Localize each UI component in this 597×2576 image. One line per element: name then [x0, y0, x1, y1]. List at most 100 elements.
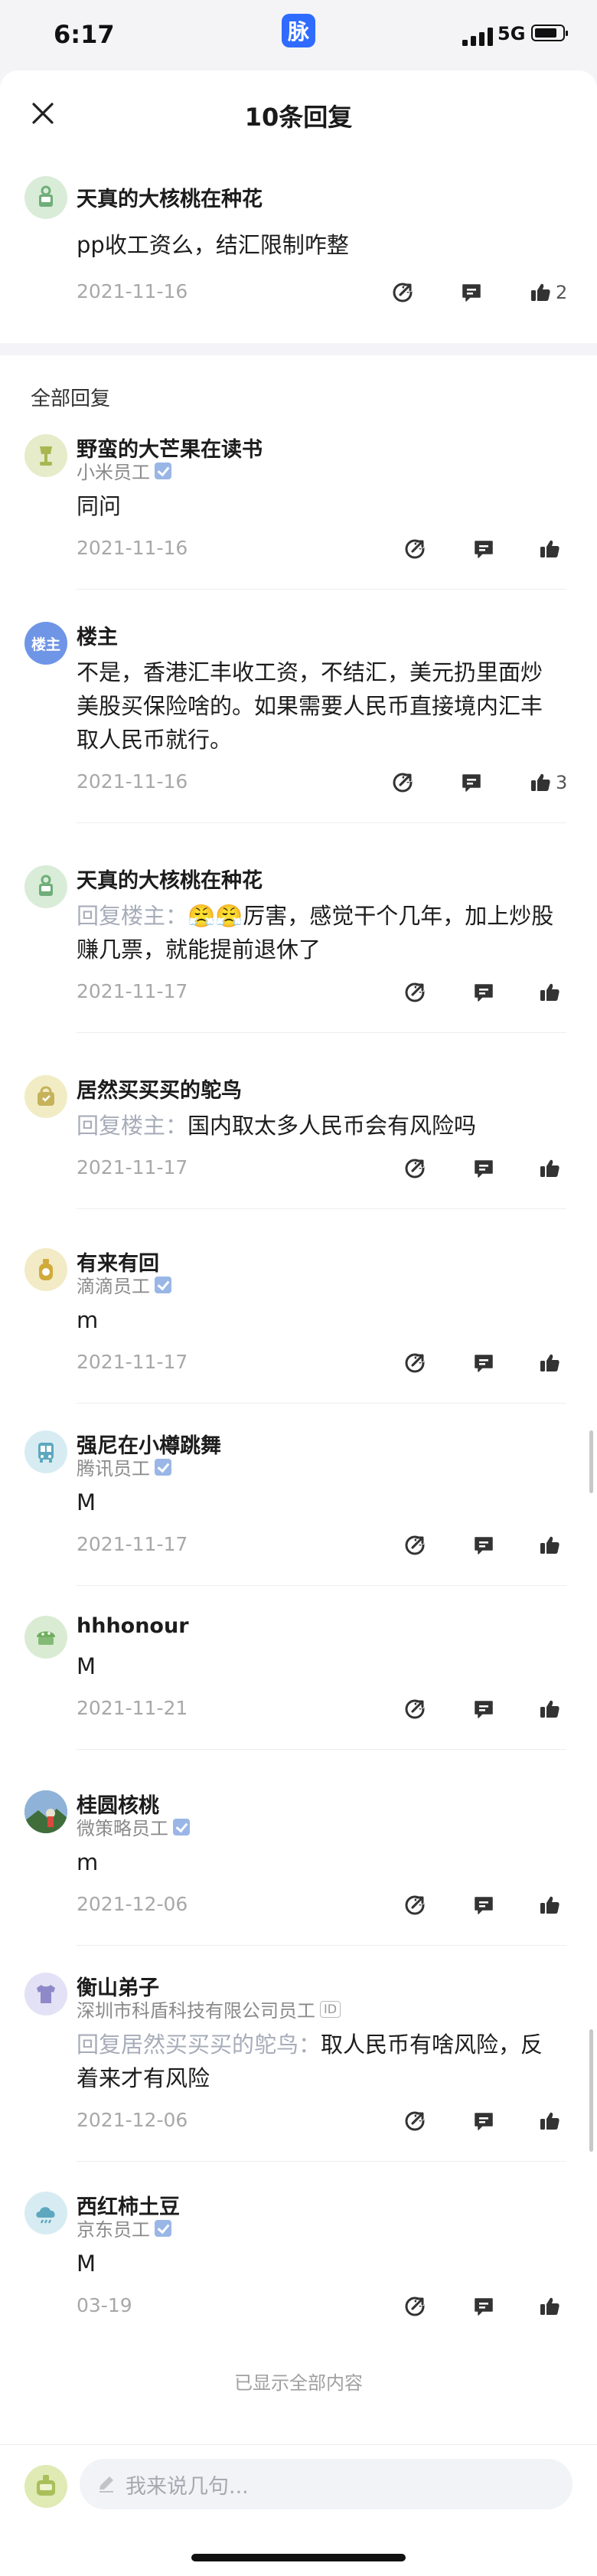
like-icon: [531, 773, 550, 791]
reply-button[interactable]: [470, 1532, 497, 1559]
company-label: 深圳市科盾科技有限公司员工: [77, 2000, 315, 2022]
reply-button[interactable]: [470, 2293, 497, 2320]
comment-body: M: [77, 1489, 96, 1515]
comment-body: M: [77, 1653, 96, 1679]
share-button[interactable]: [401, 2293, 429, 2320]
row-divider: [77, 1403, 566, 1404]
share-button[interactable]: [401, 1695, 429, 1723]
reply-button[interactable]: [458, 279, 485, 306]
avatar[interactable]: [24, 176, 67, 219]
reply-button[interactable]: [458, 769, 485, 796]
comment-icon: [475, 541, 493, 558]
section-title: 全部回复: [31, 387, 111, 410]
reply-prefix[interactable]: 回复楼主：: [77, 1113, 188, 1139]
pencil-icon: [100, 2476, 113, 2493]
share-icon: [405, 2296, 425, 2316]
avatar[interactable]: [24, 1430, 67, 1473]
reply-button[interactable]: [470, 1695, 497, 1723]
row-divider: [77, 1208, 566, 1209]
avatar[interactable]: [24, 1973, 67, 2015]
avatar-icon: [37, 2475, 55, 2496]
like-button[interactable]: [536, 1532, 563, 1559]
share-icon: [405, 1535, 425, 1555]
reply-prefix[interactable]: 回复居然买买买的鸵鸟：: [77, 2032, 321, 2058]
share-button[interactable]: [401, 1155, 429, 1182]
company-label: 微策略员工: [77, 1818, 168, 1839]
row-divider: [77, 1032, 566, 1033]
share-button[interactable]: [389, 769, 416, 796]
composer-bar: 我来说几句...: [0, 2444, 597, 2576]
row-divider: [77, 1585, 566, 1586]
like-button[interactable]: [536, 1695, 563, 1723]
reply-button[interactable]: [470, 1891, 497, 1919]
like-count: 3: [556, 772, 568, 793]
reply-prefix[interactable]: 回复楼主：: [77, 903, 188, 929]
comment-icon: [462, 774, 481, 792]
share-button[interactable]: [401, 979, 429, 1006]
section-divider: [0, 343, 597, 355]
share-icon: [405, 1159, 425, 1178]
reply-button[interactable]: [470, 1349, 497, 1377]
share-button[interactable]: [401, 535, 429, 563]
comment-icon: [475, 2113, 493, 2130]
commenter-name[interactable]: 楼主: [77, 620, 118, 650]
comment-body: 国内取太多人民币会有风险吗: [188, 1113, 477, 1139]
like-button[interactable]: [536, 1891, 563, 1919]
verified-icon: [155, 1458, 171, 1476]
like-button[interactable]: [536, 979, 563, 1006]
comment-date: 03-19: [77, 2294, 132, 2316]
comment-icon: [475, 1160, 493, 1178]
share-button[interactable]: [401, 2107, 429, 2135]
like-button[interactable]: [536, 1349, 563, 1377]
comment-text: 同问: [77, 489, 559, 523]
comment-icon: [475, 1537, 493, 1554]
commenter-name[interactable]: 天真的大核桃在种花: [77, 182, 263, 212]
comment-body: m: [77, 1307, 99, 1333]
comment-input[interactable]: 我来说几句...: [80, 2459, 573, 2509]
avatar[interactable]: [24, 2192, 67, 2234]
commenter-company: 滴滴员工: [77, 1271, 171, 1298]
commenter-name[interactable]: hhhonour: [77, 1614, 189, 1638]
avatar[interactable]: [24, 1790, 67, 1833]
comment-text: 回复楼主：国内取太多人民币会有风险吗: [77, 1109, 559, 1143]
comment-text: pp收工资么，结汇限制咋整: [77, 232, 349, 258]
my-avatar[interactable]: [24, 2465, 67, 2508]
like-button[interactable]: [527, 769, 554, 796]
like-button[interactable]: [527, 279, 554, 306]
scrollbar-secondary: [589, 2029, 593, 2152]
comment-date: 2021-12-06: [77, 2109, 188, 2131]
company-label: 小米员工: [77, 462, 150, 483]
comment-icon: [462, 284, 481, 302]
reply-button[interactable]: [470, 535, 497, 563]
commenter-company: 深圳市科盾科技有限公司员工 ID: [77, 1996, 341, 2022]
verified-icon: [155, 2219, 171, 2237]
comment-body: 同问: [77, 493, 122, 519]
reply-button[interactable]: [470, 1155, 497, 1182]
comment-date: 2021-11-17: [77, 1351, 188, 1373]
like-button[interactable]: [536, 2293, 563, 2320]
commenter-name[interactable]: 居然买买买的鸵鸟: [77, 1074, 242, 1103]
reply-button[interactable]: [470, 979, 497, 1006]
avatar[interactable]: 楼主: [24, 622, 67, 665]
avatar-icon: [37, 1631, 55, 1645]
avatar[interactable]: [24, 865, 67, 908]
avatar[interactable]: [24, 1248, 67, 1291]
avatar[interactable]: [24, 1075, 67, 1118]
like-button[interactable]: [536, 2107, 563, 2135]
share-button[interactable]: [401, 1349, 429, 1377]
scrollbar[interactable]: [589, 1430, 593, 1493]
like-button[interactable]: [536, 1155, 563, 1182]
like-button[interactable]: [536, 535, 563, 563]
commenter-name[interactable]: 天真的大核桃在种花: [77, 864, 263, 894]
comment-date: 2021-11-17: [77, 980, 188, 1002]
comment-icon: [475, 1355, 493, 1372]
avatar[interactable]: [24, 1616, 67, 1659]
reply-button[interactable]: [470, 2107, 497, 2135]
like-icon: [540, 1159, 559, 1177]
avatar[interactable]: [24, 434, 67, 477]
share-button[interactable]: [389, 279, 416, 306]
comments-list: 天真的大核桃在种花 pp收工资么，结汇限制咋整 2021-11-16 2 全部回复 野蛮的…: [0, 0, 597, 2575]
share-button[interactable]: [401, 1532, 429, 1559]
share-button[interactable]: [401, 1891, 429, 1919]
like-count: 2: [556, 282, 568, 303]
